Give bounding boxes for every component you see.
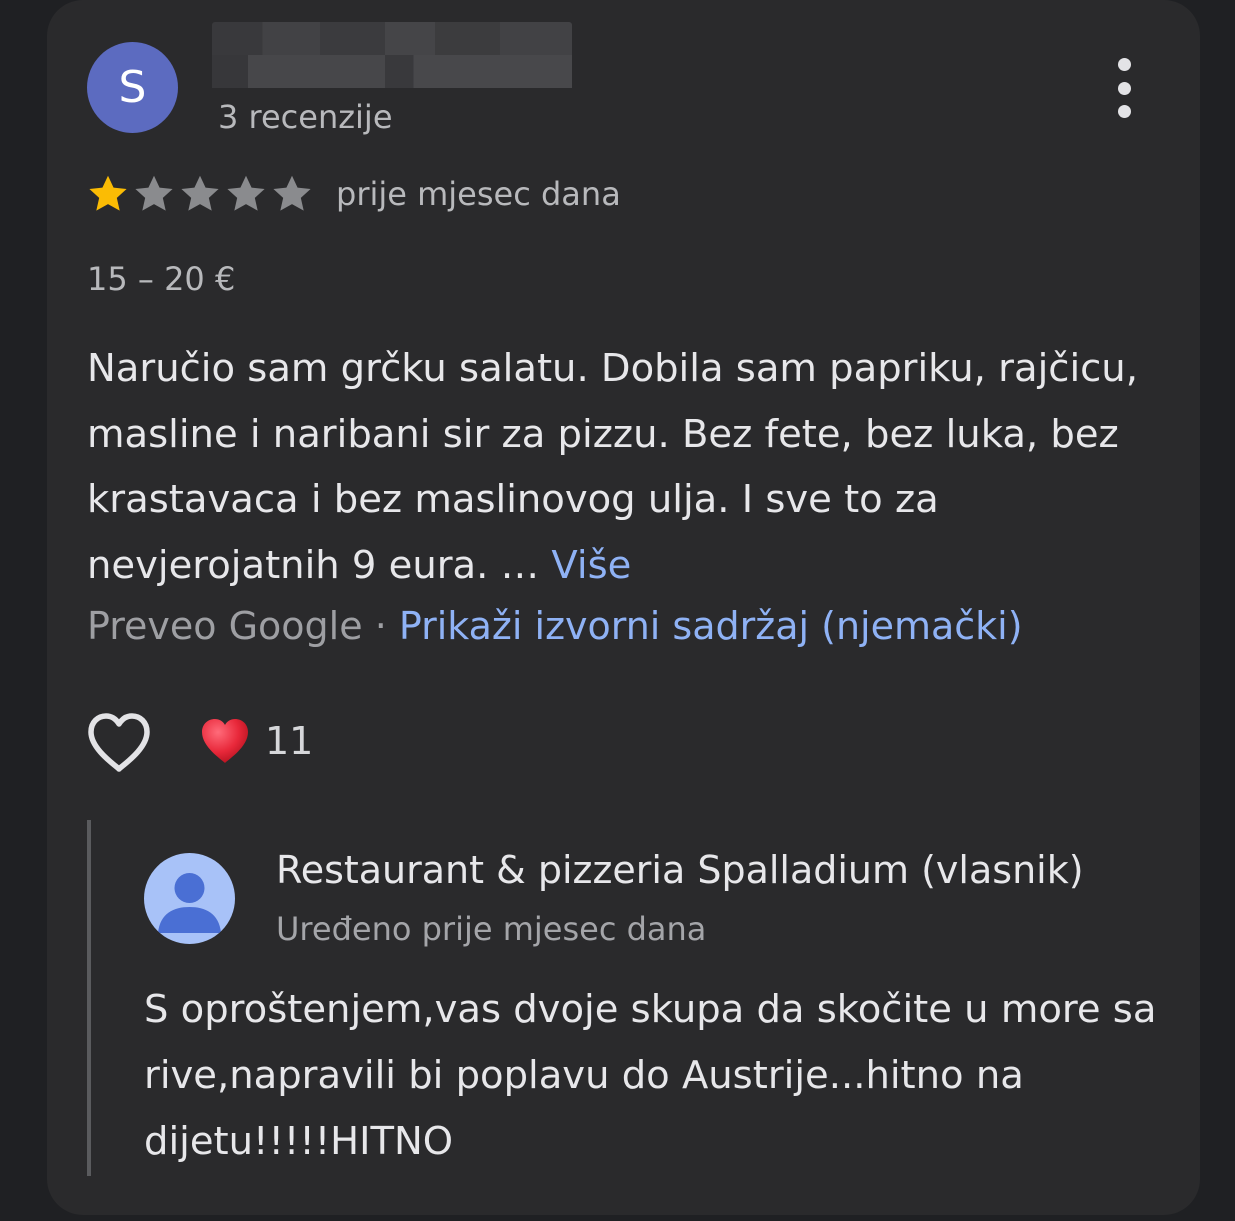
reply-divider [87,820,91,1176]
owner-reply-text: S oproštenjem,vas dvoje skupa da skočite… [144,987,1157,1164]
show-original-link[interactable]: Prikaži izvorni sadržaj (njemački) [399,604,1023,648]
reaction-count: 11 [265,719,314,763]
translated-by-label: Preveo Google [87,604,363,648]
review-card: S 3 recenzije prije mjesec dana 15 – 20 … [47,0,1200,1215]
red-heart-icon [202,719,248,763]
review-time: prije mjesec dana [336,175,621,213]
star-rating [85,170,315,218]
reviewer-avatar[interactable]: S [87,42,178,133]
reviewer-name-blurred[interactable] [212,22,572,88]
reviewer-avatar-letter: S [118,62,147,113]
reaction-summary[interactable]: 11 [199,716,313,766]
star-empty-icon [181,175,219,211]
star-filled-icon [89,175,127,211]
translation-line: Preveo Google · Prikaži izvorni sadržaj … [87,604,1023,648]
owner-name[interactable]: Restaurant & pizzeria Spalladium (vlasni… [276,848,1084,892]
star-empty-icon [273,175,311,211]
star-empty-icon [135,175,173,211]
review-body: Naručio sam grčku salatu. Dobila sam pap… [87,336,1167,598]
price-range: 15 – 20 € [87,260,236,298]
more-vertical-icon[interactable] [1109,58,1139,118]
separator-dot: · [362,604,399,648]
reviewer-review-count: 3 recenzije [218,98,393,136]
heart-outline-icon[interactable] [85,711,153,775]
more-link[interactable]: Više [551,543,631,588]
person-icon[interactable] [144,853,235,944]
star-empty-icon [227,175,265,211]
owner-reply-time: Uređeno prije mjesec dana [276,910,707,948]
